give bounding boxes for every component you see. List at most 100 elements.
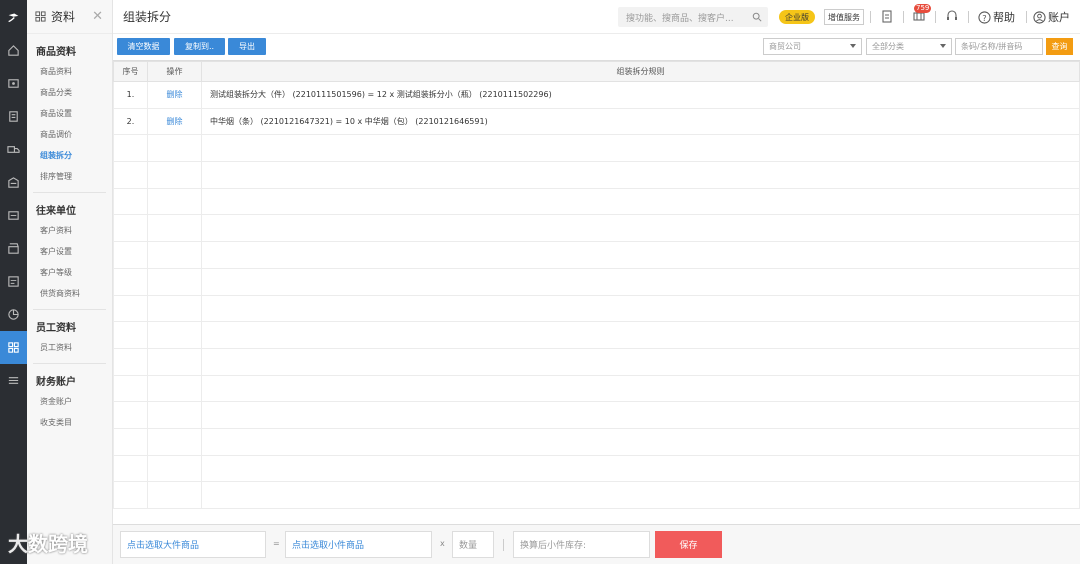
query-button[interactable]: 查询 bbox=[1046, 38, 1073, 55]
chevron-down-icon bbox=[940, 44, 946, 48]
divider bbox=[33, 192, 106, 193]
empty-row bbox=[113, 481, 1080, 509]
sidebar-group-title: 往来单位 bbox=[36, 206, 76, 217]
equals-sign: = bbox=[273, 539, 280, 548]
question-icon: ? bbox=[978, 10, 991, 24]
code-search-input[interactable]: 条码/名称/拼音码 bbox=[955, 38, 1043, 55]
small-item-placeholder: 点击选取小件商品 bbox=[292, 541, 365, 551]
sidebar-item-customer-settings[interactable]: 客户设置 bbox=[27, 241, 112, 262]
big-item-picker[interactable]: 点击选取大件商品 bbox=[120, 531, 266, 558]
sidebar-item-price-adjust[interactable]: 商品调价 bbox=[27, 124, 112, 145]
divider bbox=[503, 539, 504, 551]
converted-stock-input[interactable]: 换算后小件库存: bbox=[513, 531, 650, 558]
home-icon[interactable] bbox=[0, 34, 27, 67]
row-rule: 测试组装拆分大（件） (2210111501596) = 12 x 测试组装拆分… bbox=[201, 81, 1080, 109]
divider bbox=[870, 11, 871, 23]
column-header-action: 操作 bbox=[147, 61, 202, 82]
divider bbox=[935, 11, 936, 23]
table-row: 2. 删除 中华烟（条） (2210121647321) = 10 x 中华烟（… bbox=[113, 107, 1080, 136]
converted-stock-placeholder: 换算后小件库存: bbox=[520, 541, 587, 551]
settings-sliders-icon[interactable] bbox=[0, 364, 27, 397]
empty-row bbox=[113, 347, 1080, 376]
empty-row bbox=[113, 187, 1080, 216]
sidebar-group-title: 财务账户 bbox=[36, 377, 76, 388]
icon-rail bbox=[0, 0, 27, 564]
search-icon[interactable] bbox=[752, 12, 762, 22]
page-title: 组装拆分 bbox=[123, 10, 172, 24]
data-module-icon[interactable] bbox=[0, 331, 27, 364]
row-action-cell: 删除 bbox=[147, 81, 202, 109]
empty-row bbox=[113, 161, 1080, 189]
clipboard-icon[interactable] bbox=[880, 9, 894, 23]
watermark: 大数跨境 bbox=[8, 532, 88, 556]
pie-chart-icon[interactable] bbox=[0, 298, 27, 331]
sidebar-item-fund-accounts[interactable]: 资金账户 bbox=[27, 391, 112, 412]
sidebar-item-assembly-split[interactable]: 组装拆分 bbox=[27, 145, 112, 166]
row-rule: 中华烟（条） (2210121647321) = 10 x 中华烟（包） (22… bbox=[201, 107, 1080, 136]
export-button[interactable]: 导出 bbox=[228, 38, 266, 55]
report-icon[interactable] bbox=[0, 265, 27, 298]
delete-link[interactable]: 删除 bbox=[167, 117, 183, 126]
small-item-picker[interactable]: 点击选取小件商品 bbox=[285, 531, 432, 558]
sidebar-group-title: 商品资料 bbox=[36, 47, 76, 58]
clear-data-button[interactable]: 清空数据 bbox=[117, 38, 170, 55]
truck-icon[interactable] bbox=[0, 133, 27, 166]
sidebar: 资料 ✕ 商品资料 商品资料 商品分类 商品设置 商品调价 组装拆分 排序管理 … bbox=[27, 0, 113, 564]
code-search-placeholder: 条码/名称/拼音码 bbox=[961, 42, 1023, 51]
empty-row bbox=[113, 134, 1080, 163]
warehouse-icon[interactable] bbox=[0, 166, 27, 199]
row-index: 2. bbox=[113, 107, 148, 136]
sidebar-item-goods-settings[interactable]: 商品设置 bbox=[27, 103, 112, 124]
divider bbox=[1026, 11, 1027, 23]
sidebar-item-income-expense[interactable]: 收支类目 bbox=[27, 412, 112, 433]
addon-service-button[interactable]: 增值服务 bbox=[824, 9, 864, 25]
sidebar-title: 资料 bbox=[51, 10, 76, 24]
divider bbox=[33, 363, 106, 364]
save-button[interactable]: 保存 bbox=[655, 531, 722, 558]
sidebar-group-title: 员工资料 bbox=[36, 323, 76, 334]
account-button[interactable]: 账户 bbox=[1033, 9, 1070, 25]
help-button[interactable]: ? 帮助 bbox=[978, 9, 1015, 25]
close-icon[interactable]: ✕ bbox=[92, 9, 103, 24]
empty-row bbox=[113, 401, 1080, 429]
copy-to-button[interactable]: 复制到.. bbox=[174, 38, 225, 55]
sidebar-item-suppliers[interactable]: 供货商资料 bbox=[27, 283, 112, 304]
cash-icon[interactable] bbox=[0, 67, 27, 100]
category-select[interactable]: 全部分类 bbox=[866, 38, 952, 55]
sidebar-item-employees[interactable]: 员工资料 bbox=[27, 337, 112, 358]
sidebar-item-customers[interactable]: 客户资料 bbox=[27, 220, 112, 241]
card-icon[interactable] bbox=[0, 199, 27, 232]
empty-row bbox=[113, 374, 1080, 403]
headset-icon[interactable] bbox=[945, 9, 959, 23]
delete-link[interactable]: 删除 bbox=[167, 90, 183, 99]
help-label: 帮助 bbox=[993, 11, 1015, 24]
sidebar-item-customer-levels[interactable]: 客户等级 bbox=[27, 262, 112, 283]
times-sign: x bbox=[440, 539, 445, 548]
column-header-rule: 组装拆分规则 bbox=[201, 61, 1080, 82]
empty-row bbox=[113, 454, 1080, 483]
store-icon[interactable] bbox=[0, 232, 27, 265]
account-label: 账户 bbox=[1048, 11, 1070, 24]
empty-row bbox=[113, 267, 1080, 296]
company-select[interactable]: 商贸公司 bbox=[763, 38, 862, 55]
sidebar-item-goods-category[interactable]: 商品分类 bbox=[27, 82, 112, 103]
edition-badge: 企业版 bbox=[779, 10, 815, 24]
row-action-cell: 删除 bbox=[147, 107, 202, 136]
table-row: 1. 删除 测试组装拆分大（件） (2210111501596) = 12 x … bbox=[113, 81, 1080, 109]
company-select-value: 商贸公司 bbox=[769, 42, 801, 51]
sidebar-item-goods[interactable]: 商品资料 bbox=[27, 61, 112, 82]
quantity-placeholder: 数量 bbox=[459, 541, 478, 551]
sidebar-item-sort[interactable]: 排序管理 bbox=[27, 166, 112, 187]
app-window: 资料 ✕ 商品资料 商品资料 商品分类 商品设置 商品调价 组装拆分 排序管理 … bbox=[0, 0, 1080, 564]
user-icon bbox=[1033, 10, 1046, 24]
search-placeholder: 搜功能、搜商品、搜客户... bbox=[626, 13, 734, 24]
category-select-value: 全部分类 bbox=[872, 42, 904, 51]
divider bbox=[968, 11, 969, 23]
quantity-input[interactable]: 数量 bbox=[452, 531, 494, 558]
chevron-down-icon bbox=[850, 44, 856, 48]
empty-row bbox=[113, 427, 1080, 456]
row-index: 1. bbox=[113, 81, 148, 109]
sidebar-header: 资料 ✕ bbox=[27, 0, 112, 34]
document-icon[interactable] bbox=[0, 100, 27, 133]
global-search-input[interactable]: 搜功能、搜商品、搜客户... bbox=[618, 7, 768, 27]
